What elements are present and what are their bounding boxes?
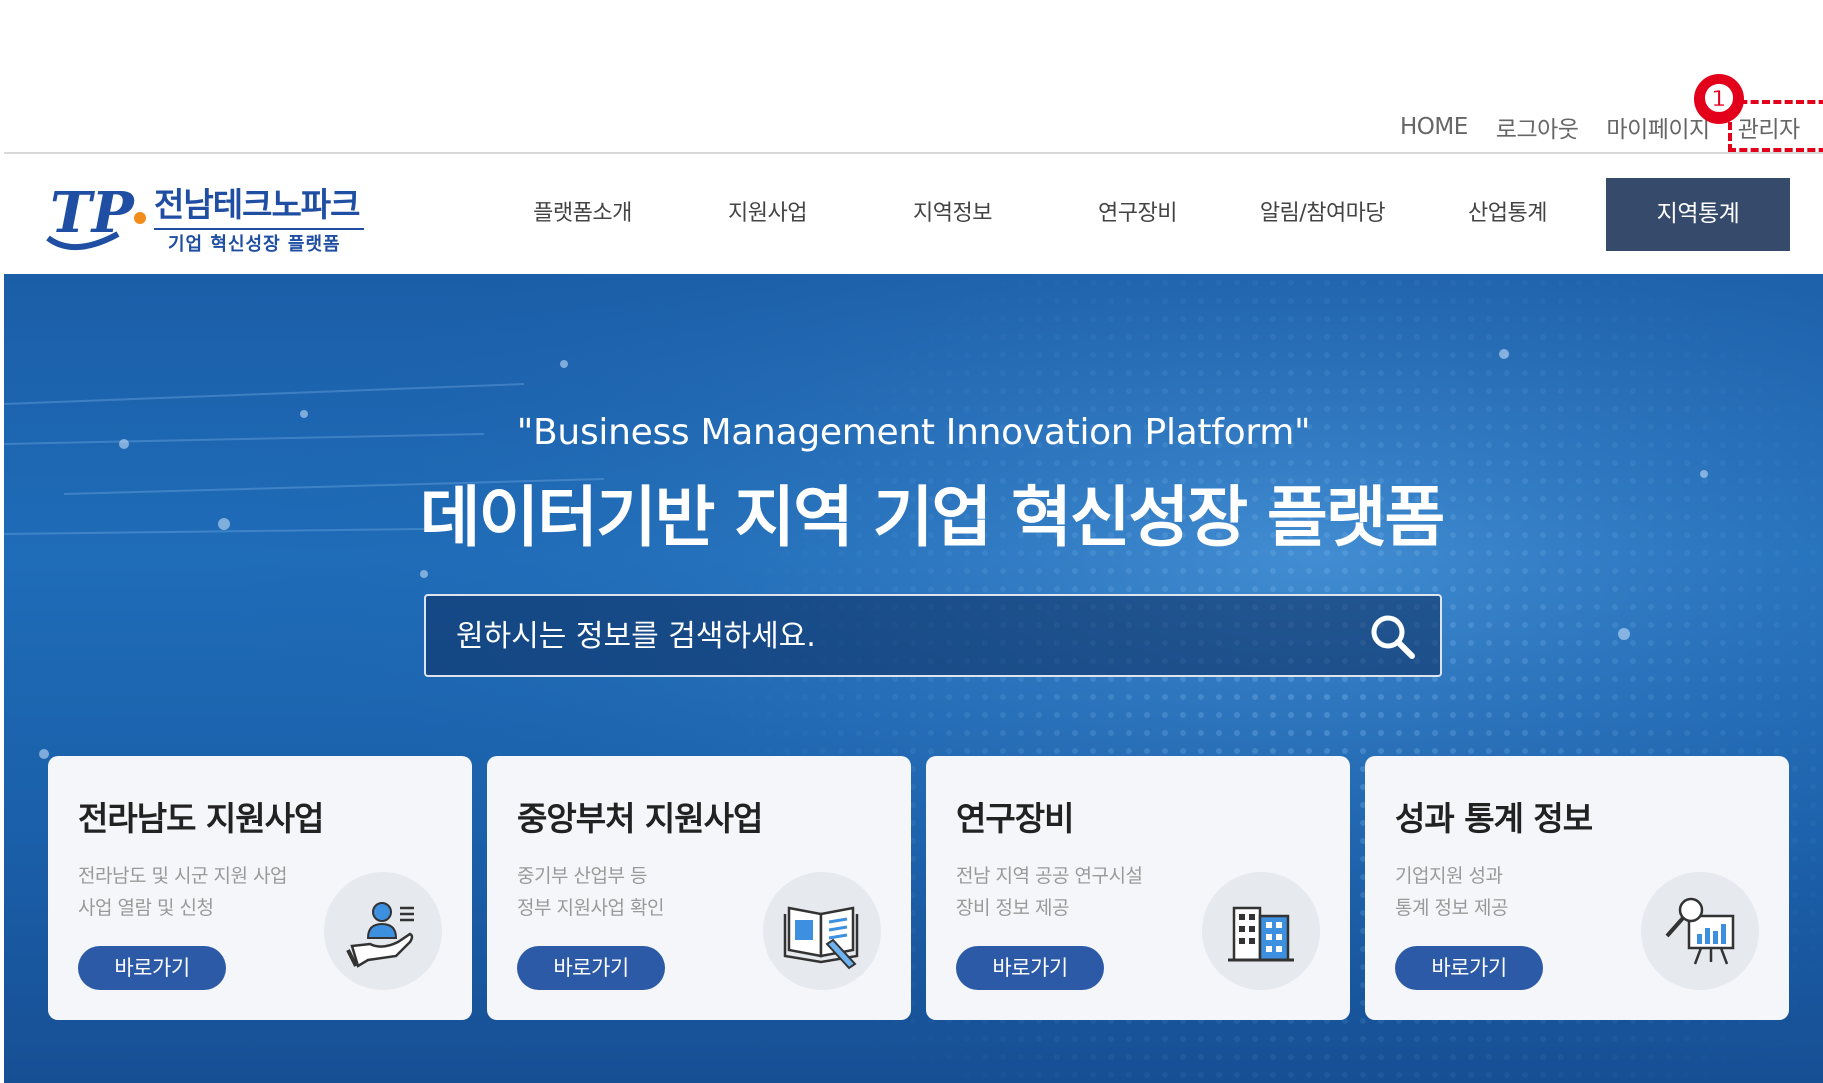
nav-item-notice[interactable]: 알림/참여마당 <box>1230 154 1415 274</box>
card-description: 기업지원 성과 통계 정보 제공 <box>1395 860 1508 924</box>
main-menu: 플랫폼소개 지원사업 지역정보 연구장비 알림/참여마당 산업통계 <box>490 154 1600 274</box>
logout-link[interactable]: 로그아웃 <box>1496 110 1579 144</box>
hero-banner: "Business Management Innovation Platform… <box>4 274 1823 1083</box>
nav-item-platform[interactable]: 플랫폼소개 <box>490 154 675 274</box>
logo[interactable]: TP 전남테크노파크 기업 혁신성장 플랫폼 <box>44 174 374 256</box>
logo-text: 전남테크노파크 기업 혁신성장 플랫폼 <box>154 178 364 256</box>
home-link[interactable]: HOME <box>1400 114 1468 140</box>
card-performance-stats[interactable]: 성과 통계 정보 기업지원 성과 통계 정보 제공 바로가기 <box>1365 756 1789 1020</box>
card-go-button[interactable]: 바로가기 <box>78 946 226 990</box>
nav-regional-stats-button[interactable]: 지역통계 <box>1606 178 1790 251</box>
card-desc-line: 정부 지원사업 확인 <box>517 897 664 919</box>
card-title: 중앙부처 지원사업 <box>517 799 763 838</box>
annotation-marker-1: ❶ <box>1694 74 1744 124</box>
nav-item-regional-info[interactable]: 지역정보 <box>860 154 1045 274</box>
card-go-button[interactable]: 바로가기 <box>956 946 1104 990</box>
logo-initials: TP <box>50 180 136 246</box>
utility-bar: HOME 로그아웃 마이페이지 관리자 ❶ <box>0 0 1823 153</box>
nav-item-industry-stats[interactable]: 산업통계 <box>1415 154 1600 274</box>
card-go-button[interactable]: 바로가기 <box>1395 946 1543 990</box>
card-desc-line: 통계 정보 제공 <box>1395 897 1508 919</box>
card-go-button[interactable]: 바로가기 <box>517 946 665 990</box>
logo-name: 전남테크노파크 <box>154 185 361 224</box>
card-desc-line: 사업 열람 및 신청 <box>78 897 214 919</box>
tp-logo-icon: TP <box>46 180 146 251</box>
card-central-support[interactable]: 중앙부처 지원사업 중기부 산업부 등 정부 지원사업 확인 바로가기 <box>487 756 911 1020</box>
card-desc-line: 기업지원 성과 <box>1395 865 1503 887</box>
search-icon[interactable] <box>1366 610 1420 664</box>
building-icon <box>1202 872 1320 990</box>
hero-title: 데이터기반 지역 기업 혁신성장 플랫폼 <box>419 479 1445 556</box>
card-title: 전라남도 지원사업 <box>78 799 324 838</box>
hero-quote: "Business Management Innovation Platform… <box>516 412 1311 453</box>
hand-person-icon <box>324 872 442 990</box>
book-icon <box>763 872 881 990</box>
nav-item-support[interactable]: 지원사업 <box>675 154 860 274</box>
card-description: 전라남도 및 시군 지원 사업 사업 열람 및 신청 <box>78 860 287 924</box>
mypage-link[interactable]: 마이페이지 <box>1606 110 1710 144</box>
header-nav: TP 전남테크노파크 기업 혁신성장 플랫폼 플랫폼소개 지원사업 지역정보 연… <box>0 154 1823 274</box>
card-title: 성과 통계 정보 <box>1395 799 1593 838</box>
nav-item-equipment[interactable]: 연구장비 <box>1045 154 1230 274</box>
logo-tagline: 기업 혁신성장 플랫폼 <box>154 228 364 256</box>
search-box <box>424 594 1442 677</box>
card-desc-line: 장비 정보 제공 <box>956 897 1069 919</box>
card-jeonnam-support[interactable]: 전라남도 지원사업 전라남도 및 시군 지원 사업 사업 열람 및 신청 바로가… <box>48 756 472 1020</box>
card-desc-line: 중기부 산업부 등 <box>517 865 647 887</box>
card-research-equipment[interactable]: 연구장비 전남 지역 공공 연구시설 장비 정보 제공 바로가기 <box>926 756 1350 1020</box>
card-desc-line: 전남 지역 공공 연구시설 <box>956 865 1143 887</box>
card-desc-line: 전라남도 및 시군 지원 사업 <box>78 865 287 887</box>
card-description: 전남 지역 공공 연구시설 장비 정보 제공 <box>956 860 1143 924</box>
chart-board-icon <box>1641 872 1759 990</box>
search-input[interactable] <box>456 614 1336 658</box>
card-description: 중기부 산업부 등 정부 지원사업 확인 <box>517 860 664 924</box>
card-title: 연구장비 <box>956 799 1074 838</box>
